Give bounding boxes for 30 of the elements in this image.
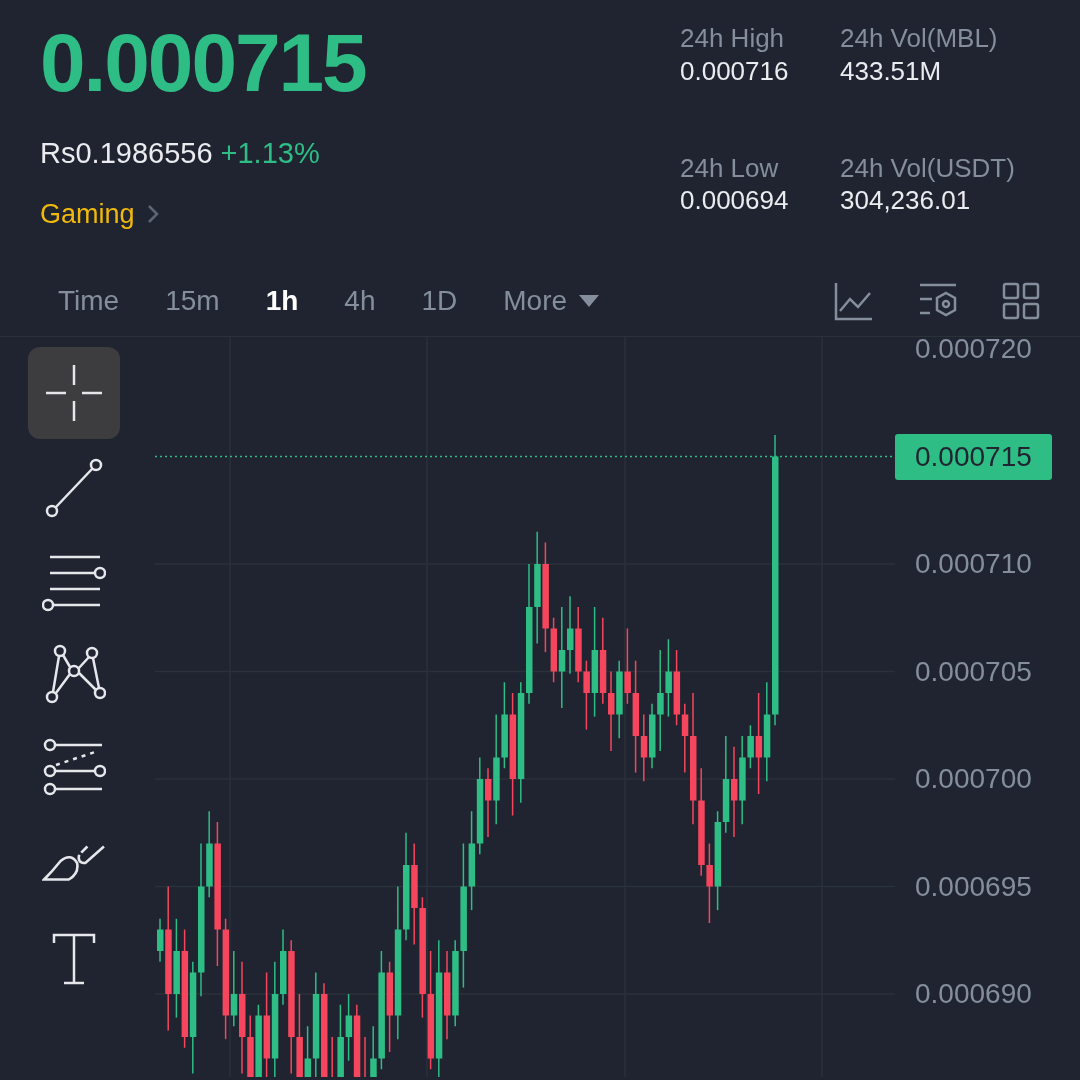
caret-down-icon — [579, 294, 600, 307]
stat-value: 0.000716 — [680, 54, 790, 87]
current-price-tag: 0.000715 — [895, 433, 1052, 480]
stat-value: 0.000694 — [680, 184, 790, 217]
interval-tab[interactable]: 15m — [165, 279, 220, 322]
y-axis-label: 0.000700 — [915, 765, 1032, 793]
brush-icon — [41, 843, 106, 883]
last-price: 0.000715 — [40, 22, 366, 104]
stat-label: 24h Low — [680, 151, 780, 184]
chevron-right-icon — [146, 203, 159, 224]
chart-indicator-icon[interactable] — [834, 280, 874, 321]
stat-label: 24h Vol(USDT) — [840, 151, 1016, 184]
stat-label: 24h Vol(MBL) — [840, 22, 999, 55]
y-axis-label: 0.000720 — [915, 335, 1032, 363]
price-change: +1.13% — [220, 136, 320, 171]
y-axis-label: 0.000710 — [915, 550, 1032, 578]
stat-label: 24h High — [680, 22, 786, 55]
y-axis-label: 0.000705 — [915, 657, 1032, 686]
interval-tab[interactable]: 1D — [421, 279, 458, 322]
category-link[interactable]: Gaming — [40, 193, 135, 234]
grid-layout-icon[interactable] — [1002, 281, 1040, 320]
stat-value: 433.51M — [840, 54, 943, 87]
interval-tab[interactable]: 1h — [265, 279, 299, 322]
interval-tab[interactable]: Time — [58, 279, 120, 322]
fiat-price: Rs0.1986556 — [40, 136, 213, 171]
y-axis-label: 0.000690 — [915, 980, 1032, 1008]
interval-tab[interactable]: 4h — [344, 279, 376, 322]
y-axis-label: 0.000695 — [915, 872, 1032, 901]
more-dropdown[interactable]: More — [503, 279, 600, 322]
stat-value: 304,236.01 — [840, 184, 972, 217]
